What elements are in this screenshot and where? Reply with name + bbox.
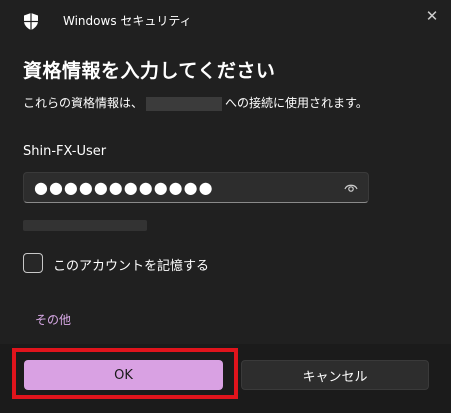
shield-icon [24, 13, 38, 30]
ok-button[interactable]: OK [24, 360, 223, 390]
close-button[interactable]: ✕ [418, 2, 446, 30]
window-title: Windows セキュリティ [63, 14, 192, 28]
password-value: ●●●●●●●●●●●● [34, 178, 214, 197]
title-bar: Windows セキュリティ ✕ [0, 0, 451, 40]
subtitle-prefix: これらの資格情報は、 [23, 96, 144, 110]
more-choices-link[interactable]: その他 [35, 311, 71, 328]
eye-icon[interactable] [344, 182, 358, 194]
username-label: Shin-FX-User [23, 144, 107, 159]
password-field[interactable]: ●●●●●●●●●●●● [23, 172, 369, 203]
redacted-domain-hint [23, 220, 147, 231]
page-title: 資格情報を入力してください [23, 60, 276, 82]
subtitle-suffix: への接続に使用されます。 [225, 96, 368, 110]
cancel-button[interactable]: キャンセル [241, 360, 429, 390]
redacted-target-name [146, 96, 223, 111]
remember-checkbox[interactable] [23, 253, 43, 273]
remember-label[interactable]: このアカウントを記憶する [53, 255, 209, 274]
credential-dialog: Windows セキュリティ ✕ 資格情報を入力してください これらの資格情報は… [0, 0, 451, 413]
close-icon: ✕ [425, 7, 439, 25]
connection-description: これらの資格情報は、 への接続に使用されます。 [23, 94, 368, 111]
